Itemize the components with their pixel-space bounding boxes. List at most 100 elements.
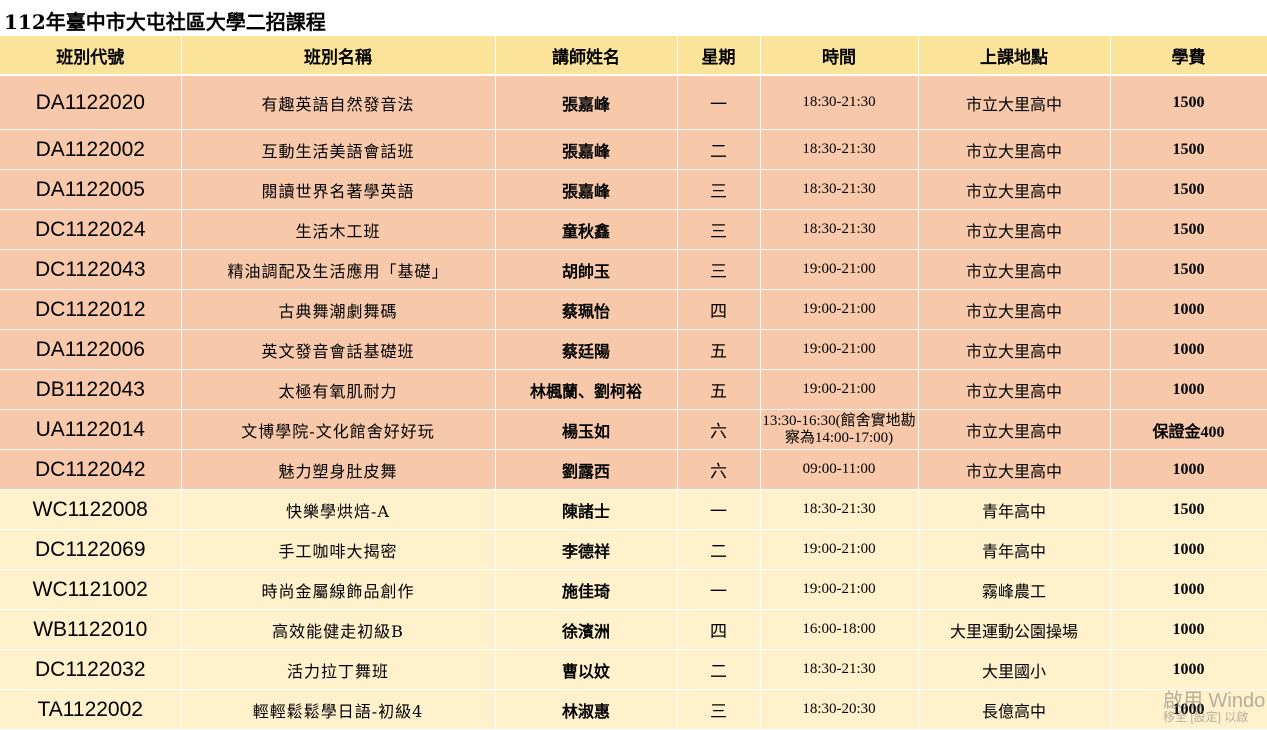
course-table: 班別代號 班別名稱 講師姓名 星期 時間 上課地點 學費 DA1122020 有… <box>0 36 1267 730</box>
teacher-name: 施佳琦 <box>495 569 678 610</box>
table-row: WC1121002 時尚金屬線飾品創作 施佳琦 一 19:00-21:00 霧峰… <box>0 569 1267 610</box>
table-row: DC1122032 活力拉丁舞班 曹以妏 二 18:30-21:30 大里國小 … <box>0 649 1267 690</box>
tuition-fee: 1000 <box>1110 289 1267 330</box>
course-code: DA1122020 <box>0 75 182 130</box>
weekday: 六 <box>677 449 761 490</box>
col-header-name: 班別名稱 <box>181 36 496 76</box>
course-code: WC1122008 <box>0 489 182 530</box>
weekday: 四 <box>677 609 761 650</box>
table-row: WC1122008 快樂學烘焙-A 陳諸士 一 18:30-21:30 青年高中… <box>0 489 1267 530</box>
weekday: 二 <box>677 649 761 690</box>
class-time: 19:00-21:00 <box>760 529 919 570</box>
course-code: DC1122069 <box>0 529 182 570</box>
tuition-fee: 1500 <box>1110 129 1267 170</box>
tuition-fee: 1500 <box>1110 75 1267 130</box>
class-location: 市立大里高中 <box>918 129 1111 170</box>
weekday: 二 <box>677 529 761 570</box>
class-time: 16:00-18:00 <box>760 609 919 650</box>
weekday: 三 <box>677 249 761 290</box>
class-location: 市立大里高中 <box>918 329 1111 370</box>
table-row: DC1122024 生活木工班 童秋鑫 三 18:30-21:30 市立大里高中… <box>0 209 1267 250</box>
tuition-fee: 1500 <box>1110 489 1267 530</box>
course-code: DC1122043 <box>0 249 182 290</box>
tuition-fee: 保證金400 <box>1110 409 1267 450</box>
course-code: WC1121002 <box>0 569 182 610</box>
class-location: 市立大里高中 <box>918 209 1111 250</box>
tuition-fee: 1000 <box>1110 369 1267 410</box>
course-name: 有趣英語自然發音法 <box>181 75 496 130</box>
course-code: WB1122010 <box>0 609 182 650</box>
class-time: 18:30-21:30 <box>760 209 919 250</box>
course-code: UA1122014 <box>0 409 182 450</box>
course-name: 文博學院-文化館舍好好玩 <box>181 409 496 450</box>
course-name: 生活木工班 <box>181 209 496 250</box>
tuition-fee: 1500 <box>1110 209 1267 250</box>
course-name: 互動生活美語會話班 <box>181 129 496 170</box>
course-name: 英文發音會話基礎班 <box>181 329 496 370</box>
class-location: 市立大里高中 <box>918 369 1111 410</box>
table-row: WB1122010 高效能健走初級B 徐濱洲 四 16:00-18:00 大里運… <box>0 609 1267 650</box>
table-row: DC1122042 魅力塑身肚皮舞 劉露西 六 09:00-11:00 市立大里… <box>0 449 1267 490</box>
course-code: DA1122002 <box>0 129 182 170</box>
course-name: 太極有氧肌耐力 <box>181 369 496 410</box>
col-header-day: 星期 <box>677 36 761 76</box>
table-row: DC1122012 古典舞潮劇舞碼 蔡珮怡 四 19:00-21:00 市立大里… <box>0 289 1267 330</box>
class-time: 19:00-21:00 <box>760 249 919 290</box>
weekday: 四 <box>677 289 761 330</box>
table-row: UA1122014 文博學院-文化館舍好好玩 楊玉如 六 13:30-16:30… <box>0 409 1267 450</box>
tuition-fee: 1000 <box>1110 569 1267 610</box>
class-time: 18:30-21:30 <box>760 75 919 130</box>
course-code: DC1122012 <box>0 289 182 330</box>
weekday: 三 <box>677 169 761 210</box>
table-row: DC1122069 手工咖啡大揭密 李德祥 二 19:00-21:00 青年高中… <box>0 529 1267 570</box>
class-location: 市立大里高中 <box>918 289 1111 330</box>
tuition-fee: 1000 <box>1110 449 1267 490</box>
course-code: DA1122005 <box>0 169 182 210</box>
tuition-fee: 1500 <box>1110 169 1267 210</box>
weekday: 六 <box>677 409 761 450</box>
course-name: 快樂學烘焙-A <box>181 489 496 530</box>
course-name: 活力拉丁舞班 <box>181 649 496 690</box>
teacher-name: 林楓蘭、劉柯裕 <box>495 369 678 410</box>
table-row: DA1122020 有趣英語自然發音法 張嘉峰 一 18:30-21:30 市立… <box>0 75 1267 130</box>
teacher-name: 徐濱洲 <box>495 609 678 650</box>
col-header-place: 上課地點 <box>918 36 1111 76</box>
class-location: 市立大里高中 <box>918 409 1111 450</box>
weekday: 三 <box>677 209 761 250</box>
weekday: 五 <box>677 369 761 410</box>
tuition-fee: 1000 <box>1110 649 1267 690</box>
page-title: 112年臺中市大屯社區大學二招課程 <box>4 10 326 34</box>
weekday: 一 <box>677 489 761 530</box>
class-time: 19:00-21:00 <box>760 369 919 410</box>
teacher-name: 楊玉如 <box>495 409 678 450</box>
teacher-name: 蔡廷陽 <box>495 329 678 370</box>
weekday: 二 <box>677 129 761 170</box>
course-name: 閱讀世界名著學英語 <box>181 169 496 210</box>
course-name: 魅力塑身肚皮舞 <box>181 449 496 490</box>
class-time: 19:00-21:00 <box>760 569 919 610</box>
weekday: 一 <box>677 569 761 610</box>
teacher-name: 陳諸士 <box>495 489 678 530</box>
course-code: DC1122042 <box>0 449 182 490</box>
weekday: 一 <box>677 75 761 130</box>
course-name: 精油調配及生活應用「基礎」 <box>181 249 496 290</box>
header-row: 班別代號 班別名稱 講師姓名 星期 時間 上課地點 學費 <box>0 36 1267 76</box>
teacher-name: 劉露西 <box>495 449 678 490</box>
teacher-name: 張嘉峰 <box>495 129 678 170</box>
table-row: DA1122005 閱讀世界名著學英語 張嘉峰 三 18:30-21:30 市立… <box>0 169 1267 210</box>
class-time: 19:00-21:00 <box>760 329 919 370</box>
course-code: DC1122032 <box>0 649 182 690</box>
table-row: DA1122002 互動生活美語會話班 張嘉峰 二 18:30-21:30 市立… <box>0 129 1267 170</box>
weekday: 五 <box>677 329 761 370</box>
course-name: 手工咖啡大揭密 <box>181 529 496 570</box>
col-header-fee: 學費 <box>1110 36 1267 76</box>
course-code: DC1122024 <box>0 209 182 250</box>
class-location: 市立大里高中 <box>918 449 1111 490</box>
class-time: 13:30-16:30(館舍實地勘察為14:00-17:00) <box>760 409 919 450</box>
table-row: DA1122006 英文發音會話基礎班 蔡廷陽 五 19:00-21:00 市立… <box>0 329 1267 370</box>
class-location: 大里國小 <box>918 649 1111 690</box>
tuition-fee: 1500 <box>1110 249 1267 290</box>
class-location: 市立大里高中 <box>918 75 1111 130</box>
class-location: 大里運動公園操場 <box>918 609 1111 650</box>
class-location: 青年高中 <box>918 489 1111 530</box>
